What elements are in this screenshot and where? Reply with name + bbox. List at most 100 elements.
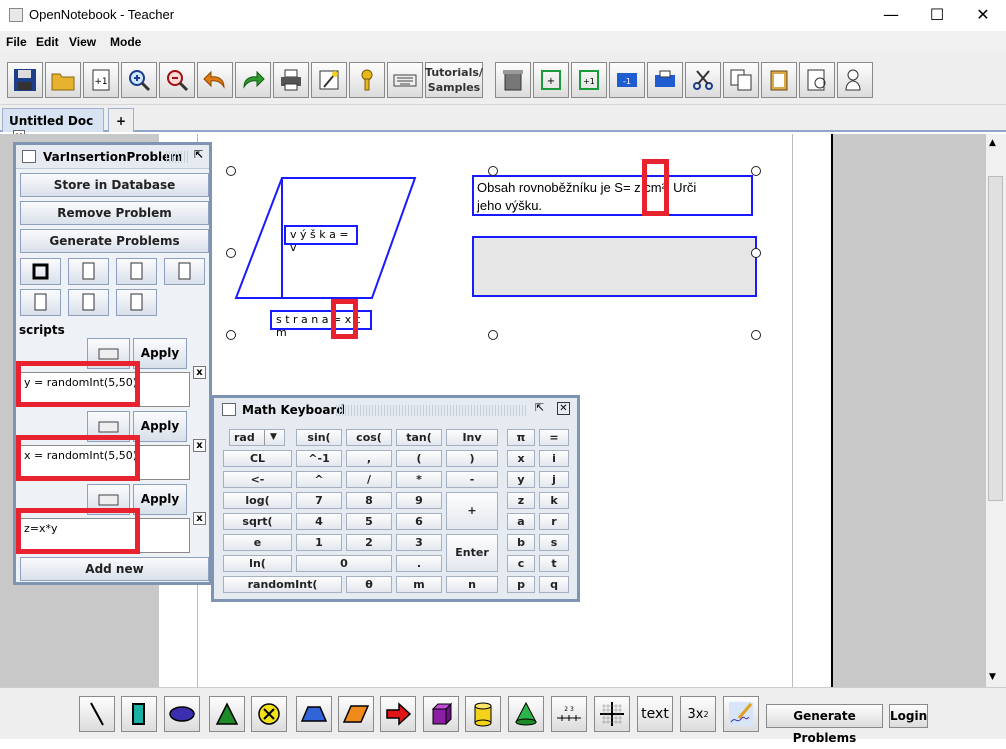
key-enter[interactable]: Enter (446, 534, 498, 572)
open-button[interactable] (45, 62, 81, 98)
drag-grip[interactable] (166, 151, 188, 163)
add-page-button[interactable]: +1 (83, 62, 119, 98)
key-theta[interactable]: θ (346, 576, 392, 593)
keyboard-button[interactable] (387, 62, 423, 98)
key-e[interactable]: e (223, 534, 292, 551)
key-log[interactable]: log( (223, 492, 292, 509)
selection-handle[interactable] (751, 248, 761, 258)
generate-problems-bottom-button[interactable]: Generate Problems (766, 704, 883, 745)
key-5[interactable]: 5 (346, 513, 392, 530)
angle-mode-select[interactable]: rad ▼ (229, 429, 285, 446)
arrow-tool-button[interactable] (380, 696, 416, 732)
pen-tool-button[interactable] (723, 696, 759, 732)
grading-button[interactable] (837, 62, 873, 98)
key-b[interactable]: b (507, 534, 535, 551)
remove-problem-button[interactable]: Remove Problem (20, 201, 209, 225)
key-1[interactable]: 1 (296, 534, 342, 551)
bring-forward-button[interactable] (68, 258, 109, 285)
border-toggle-button[interactable] (20, 258, 61, 285)
menu-file[interactable]: File (6, 35, 27, 49)
apply-button-3[interactable]: Apply (133, 484, 187, 515)
undo-button[interactable] (197, 62, 233, 98)
key-x[interactable]: x (507, 450, 535, 467)
scroll-thumb[interactable] (988, 176, 1003, 501)
selection-handle[interactable] (226, 330, 236, 340)
parallelogram-tool-button[interactable] (338, 696, 374, 732)
selection-handle[interactable] (488, 166, 498, 176)
key-comma[interactable]: , (346, 450, 392, 467)
selection-handle[interactable] (488, 330, 498, 340)
key-p[interactable]: p (507, 576, 535, 593)
menu-view[interactable]: View (69, 35, 96, 49)
group-button[interactable]: + (533, 62, 569, 98)
key-backspace[interactable]: <- (223, 471, 292, 488)
align-button[interactable] (164, 258, 205, 285)
cross-circle-tool-button[interactable] (251, 696, 287, 732)
key-cos[interactable]: cos( (346, 429, 392, 446)
restore-icon[interactable]: ⇱ (194, 148, 203, 161)
key-multiply[interactable]: * (396, 471, 442, 488)
key-7[interactable]: 7 (296, 492, 342, 509)
cone-tool-button[interactable] (508, 696, 544, 732)
key-dot[interactable]: . (396, 555, 442, 572)
close-window-button[interactable]: ✕ (960, 0, 1006, 31)
delete-button[interactable] (495, 62, 531, 98)
minimize-button[interactable]: — (868, 0, 914, 31)
trapezoid-tool-button[interactable] (296, 696, 332, 732)
key-2[interactable]: 2 (346, 534, 392, 551)
key-minus[interactable]: - (446, 471, 498, 488)
key-a[interactable]: a (507, 513, 535, 530)
key-q[interactable]: q (539, 576, 569, 593)
key-8[interactable]: 8 (346, 492, 392, 509)
key-ln[interactable]: ln( (223, 555, 292, 572)
key-caret[interactable]: ^ (296, 471, 342, 488)
selection-handle[interactable] (226, 166, 236, 176)
height-label-box[interactable]: v ý š k a = v (284, 225, 358, 254)
key-pi[interactable]: π (507, 429, 535, 446)
key-plus[interactable]: + (446, 492, 498, 530)
add-new-script-button[interactable]: Add new (20, 557, 209, 581)
key-sqrt[interactable]: sqrt( (223, 513, 292, 530)
subtract-button[interactable]: -1 (609, 62, 645, 98)
save-button[interactable] (7, 62, 43, 98)
tab-untitled-doc[interactable]: Untitled Doc x (2, 108, 104, 143)
tutorials-samples-button[interactable]: Tutorials/Samples (425, 62, 483, 98)
scroll-up-icon[interactable]: ▲ (989, 138, 996, 148)
wizard-button[interactable] (311, 62, 347, 98)
key-inv[interactable]: Inv (446, 429, 498, 446)
key-sin[interactable]: sin( (296, 429, 342, 446)
generate-problems-button[interactable]: Generate Problems (20, 229, 209, 253)
copy-button[interactable] (723, 62, 759, 98)
problem-text-box[interactable]: Obsah rovnoběžníku je S= z cm². Urči jeh… (472, 175, 753, 216)
move-up-button[interactable] (20, 289, 61, 316)
drag-grip[interactable] (336, 405, 526, 416)
key-y[interactable]: y (507, 471, 535, 488)
tab-add-button[interactable]: + (108, 108, 134, 132)
paste-button[interactable] (761, 62, 797, 98)
add-one-button[interactable]: +1 (571, 62, 607, 98)
key-n[interactable]: n (446, 576, 498, 593)
print-button[interactable] (273, 62, 309, 98)
cylinder-tool-button[interactable] (465, 696, 501, 732)
key-button[interactable] (349, 62, 385, 98)
text-tool-button[interactable]: text (637, 696, 673, 732)
menu-mode[interactable]: Mode (110, 35, 141, 49)
selection-handle[interactable] (751, 166, 761, 176)
student-view-button[interactable] (799, 62, 835, 98)
key-3[interactable]: 3 (396, 534, 442, 551)
restore-icon[interactable]: ⇱ (535, 401, 544, 414)
store-in-database-button[interactable]: Store in Database (20, 173, 209, 197)
key-c[interactable]: c (507, 555, 535, 572)
key-9[interactable]: 9 (396, 492, 442, 509)
key-tan[interactable]: tan( (396, 429, 442, 446)
key-0[interactable]: 0 (296, 555, 392, 572)
key-i[interactable]: i (539, 450, 569, 467)
answer-box[interactable] (472, 236, 757, 297)
login-button[interactable]: Login (889, 704, 928, 728)
rectangle-tool-button[interactable] (121, 696, 157, 732)
zoom-in-button[interactable] (121, 62, 157, 98)
key-z[interactable]: z (507, 492, 535, 509)
key-rparen[interactable]: ) (446, 450, 498, 467)
remove-script-3-button[interactable]: x (193, 512, 206, 525)
apply-button-2[interactable]: Apply (133, 411, 187, 442)
